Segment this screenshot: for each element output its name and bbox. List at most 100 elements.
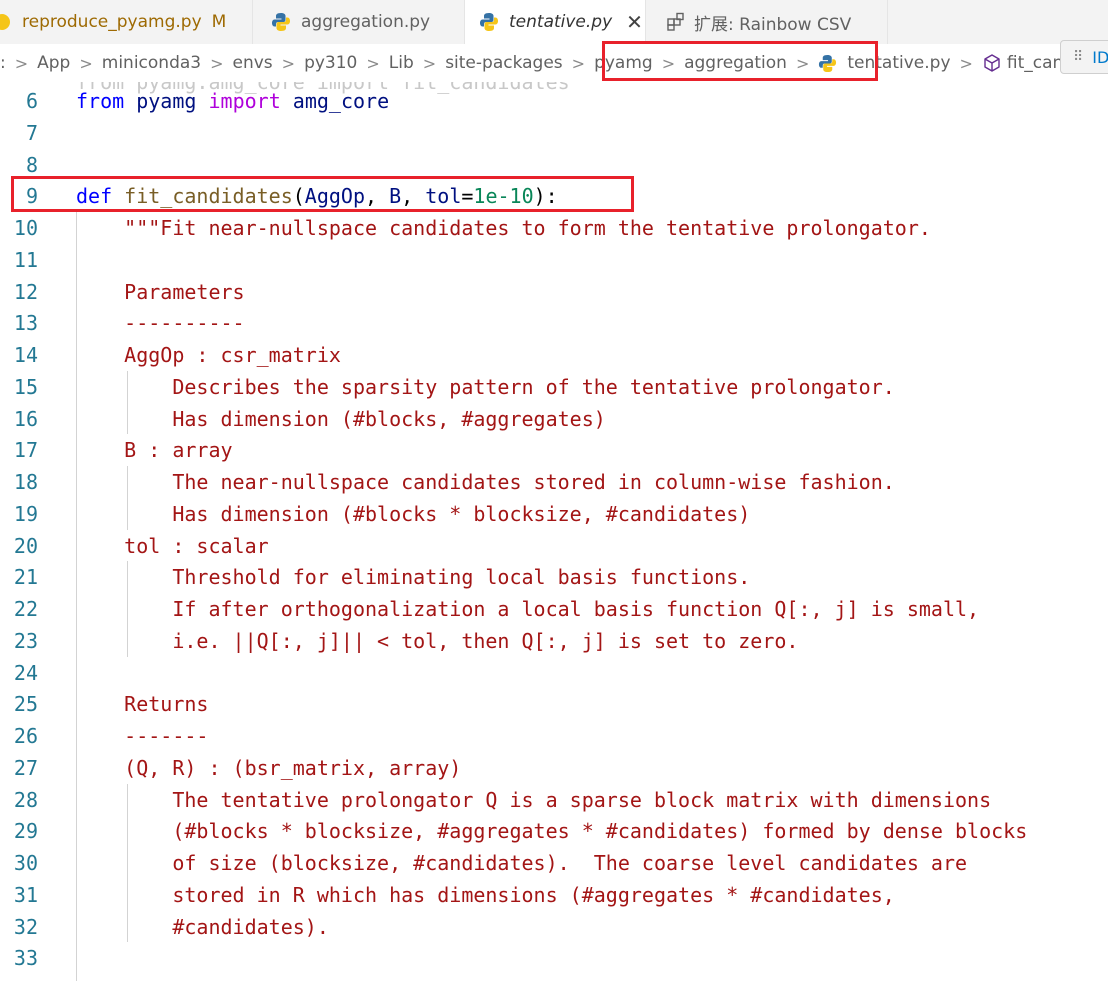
code-line[interactable]: 9 def fit_candidates(AggOp, B, tol=1e-10)… — [0, 180, 1108, 212]
code-line[interactable]: 14 AggOp : csr_matrix — [0, 339, 1108, 371]
code-text: ---------- — [76, 307, 244, 339]
code-token: , — [401, 184, 426, 209]
line-number: 33 — [13, 946, 38, 971]
code-token: #candidates). — [76, 914, 329, 939]
indent-guide — [76, 212, 77, 981]
breadcrumb-item-envs[interactable]: envs > — [233, 53, 305, 73]
line-number: 30 — [13, 851, 38, 875]
code-token: AggOp : csr_matrix — [76, 343, 341, 367]
code-text: i.e. ||Q[:, j]|| < tol, then Q[:, j] is … — [76, 625, 798, 657]
code-token: Has dimension (#blocks * blocksize, #can… — [76, 501, 751, 526]
line-number: 17 — [13, 438, 38, 463]
code-token: , — [365, 184, 390, 209]
code-line[interactable]: 29 (#blocks * blocksize, #aggregates * #… — [0, 815, 1108, 847]
chevron-right-icon: > — [795, 53, 810, 73]
code-token: amg_core — [292, 89, 390, 113]
code-line[interactable]: 11 — [0, 244, 1108, 276]
code-line[interactable]: 15 Describes the sparsity pattern of the… — [0, 371, 1108, 403]
breadcrumb-item-lib[interactable]: Lib > — [389, 53, 445, 73]
tab-aggregation[interactable]: aggregation.py — [253, 0, 465, 44]
code-token: If after orthogonalization a local basis… — [76, 597, 980, 621]
drag-handle-icon[interactable]: ⠿ — [1073, 49, 1083, 65]
code-token: Has dimension (#blocks, #aggregates) — [76, 406, 606, 431]
code-line[interactable]: 7 — [0, 117, 1108, 149]
chevron-right-icon: > — [79, 53, 93, 73]
code-text: Describes the sparsity pattern of the te… — [76, 371, 894, 403]
tab-label: 扩展: Rainbow CSV — [694, 14, 852, 35]
breadcrumb-item[interactable]: : > — [0, 53, 37, 73]
code-line[interactable]: 10 """Fit near-nullspace candidates to f… — [0, 212, 1108, 244]
code-text: (#blocks * blocksize, #aggregates * #can… — [76, 815, 1027, 847]
code-text: stored in R which has dimensions (#aggre… — [76, 879, 895, 911]
indent-guide — [127, 783, 128, 943]
code-token: tol — [425, 184, 462, 209]
code-line[interactable]: 18 The near-nullspace candidates stored … — [0, 466, 1108, 498]
toolbar-label: ID — [1092, 47, 1108, 67]
code-line[interactable]: 30 of size (blocksize, #candidates). The… — [0, 847, 1108, 879]
code-line[interactable]: 20 tol : scalar — [0, 530, 1108, 562]
line-number: 7 — [25, 120, 38, 145]
chevron-right-icon: > — [422, 53, 437, 73]
code-line[interactable]: 27 (Q, R) : (bsr_matrix, array) — [0, 752, 1108, 784]
line-number: 10 — [13, 216, 38, 240]
chevron-right-icon: > — [281, 53, 296, 73]
floating-toolbar[interactable]: ⠿ ID — [1060, 40, 1108, 74]
line-number: 13 — [13, 311, 38, 336]
code-token: stored in R which has dimensions (#aggre… — [76, 882, 895, 907]
code-token: B — [389, 184, 402, 209]
code-line[interactable]: 21 Threshold for eliminating local basis… — [0, 561, 1108, 593]
code-text: from pyamg import amg_core — [76, 85, 389, 117]
code-token: Returns — [76, 692, 209, 717]
code-editor[interactable]: from pyamg.amg_core import fit_candidate… — [0, 82, 1108, 981]
code-token: (Q, R) : (bsr_matrix, array) — [76, 755, 462, 780]
code-line[interactable]: 33 — [0, 942, 1108, 974]
code-line[interactable]: 12 Parameters — [0, 276, 1108, 308]
chevron-right-icon: > — [14, 53, 29, 73]
python-file-icon — [272, 13, 290, 31]
breadcrumb-item-miniconda3[interactable]: miniconda3 > — [102, 53, 233, 73]
close-icon[interactable]: ✕ — [626, 10, 643, 34]
tab-rainbow-csv[interactable]: 扩展: Rainbow CSV — [646, 0, 888, 44]
code-line[interactable]: 34 See Also — [0, 974, 1108, 981]
code-line[interactable]: 25 Returns — [0, 688, 1108, 720]
chevron-right-icon: > — [366, 53, 380, 73]
line-number: 6 — [25, 89, 38, 113]
code-text: (Q, R) : (bsr_matrix, array) — [76, 752, 461, 784]
code-line[interactable]: 31 stored in R which has dimensions (#ag… — [0, 879, 1108, 911]
code-line[interactable]: 19 Has dimension (#blocks * blocksize, #… — [0, 498, 1108, 530]
line-number: 24 — [13, 660, 38, 685]
code-line[interactable]: 24 — [0, 657, 1108, 689]
python-file-icon — [480, 13, 498, 31]
code-line[interactable]: 32 #candidates). — [0, 911, 1108, 943]
tab-reproduce-pyamg[interactable]: reproduce_pyamg.py M — [0, 0, 253, 44]
code-token: from — [76, 89, 125, 113]
code-line[interactable]: 8 — [0, 149, 1108, 181]
code-line[interactable]: 22 If after orthogonalization a local ba… — [0, 593, 1108, 625]
tab-label: tentative.py — [509, 12, 613, 32]
code-text: B : array — [76, 434, 232, 466]
code-token: The near-nullspace candidates stored in … — [76, 470, 895, 494]
code-text: Returns — [76, 688, 208, 720]
code-line[interactable]: 26 ------- — [0, 720, 1108, 752]
breadcrumb-item-aggregation[interactable]: aggregation > — [684, 53, 818, 73]
code-line[interactable]: 23 i.e. ||Q[:, j]|| < tol, then Q[:, j] … — [0, 625, 1108, 657]
line-number: 12 — [13, 279, 38, 304]
tab-tentative[interactable]: tentative.py ✕ — [465, 0, 646, 44]
code-token: AggOp — [304, 184, 366, 209]
breadcrumb-item-py310[interactable]: py310 > — [304, 53, 389, 73]
code-line[interactable]: 16 Has dimension (#blocks, #aggregates) — [0, 403, 1108, 435]
code-line[interactable]: 28 The tentative prolongator Q is a spar… — [0, 784, 1108, 816]
breadcrumb-item-pyamg[interactable]: pyamg > — [594, 53, 684, 73]
code-text: If after orthogonalization a local basis… — [76, 593, 979, 625]
breadcrumb-item-tentative[interactable]: tentative.py > — [818, 53, 982, 73]
code-line[interactable]: 17 B : array — [0, 434, 1108, 466]
code-line[interactable]: 13 ---------- — [0, 307, 1108, 339]
line-number: 26 — [13, 724, 38, 748]
code-token: Threshold for eliminating local basis fu… — [76, 565, 751, 590]
code-token: tol : scalar — [76, 533, 269, 558]
breadcrumb-item-site-packages[interactable]: site-packages > — [445, 53, 594, 73]
breadcrumb-item-app[interactable]: App > — [37, 53, 102, 73]
code-text: """Fit near-nullspace candidates to form… — [76, 212, 931, 244]
code-line[interactable]: 6 from pyamg import amg_core — [0, 85, 1108, 117]
